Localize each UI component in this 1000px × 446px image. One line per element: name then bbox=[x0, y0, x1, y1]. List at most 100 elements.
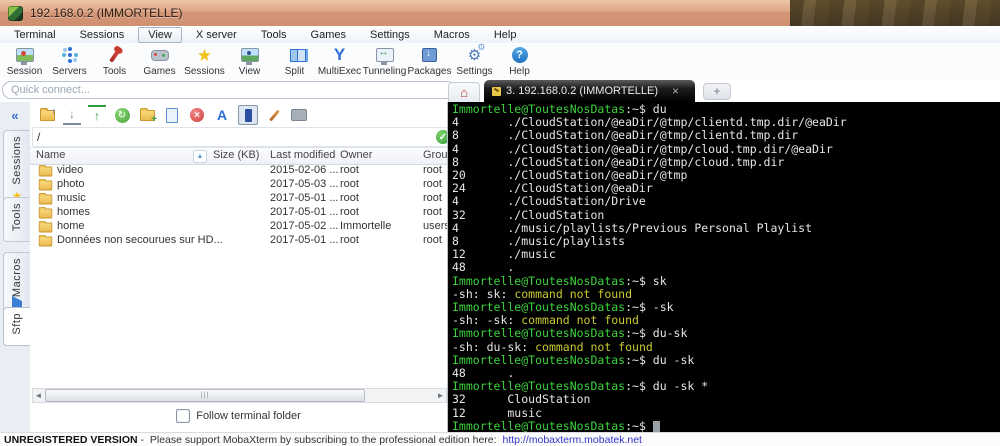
sort-ascending-icon[interactable]: ▲ bbox=[193, 150, 207, 163]
terminal-text: Immortelle@ToutesNosDatas bbox=[452, 379, 625, 393]
table-row[interactable]: homes2017-05-01 ...rootroot bbox=[30, 206, 447, 220]
menu-sessions[interactable]: Sessions bbox=[70, 27, 135, 43]
connect-and-tabs-row: ⌂ 3. 192.168.0.2 (IMMORTELLE) × + bbox=[0, 80, 1000, 102]
column-header-size[interactable]: Size (KB) bbox=[213, 149, 259, 161]
file-owner: root bbox=[340, 164, 359, 176]
home-tab[interactable]: ⌂ bbox=[448, 82, 480, 102]
menu-x-server[interactable]: X server bbox=[186, 27, 247, 43]
sidebar-tab-tools[interactable]: Tools bbox=[3, 197, 30, 242]
terminal-text: :~$ -sk bbox=[625, 300, 673, 314]
toolbar-label: Packages bbox=[408, 66, 452, 77]
terminal-output[interactable]: Immortelle@ToutesNosDatas:~$ du4 ./Cloud… bbox=[448, 102, 1000, 432]
rename-icon[interactable]: A bbox=[213, 106, 231, 124]
toolbar-session-button[interactable]: Session bbox=[2, 43, 47, 77]
help-icon: ? bbox=[510, 45, 530, 65]
file-name: music bbox=[57, 192, 86, 204]
toolbar-view-button[interactable]: View bbox=[227, 43, 272, 77]
terminal-text: :~$ du -sk * bbox=[625, 379, 708, 393]
new-file-icon[interactable] bbox=[163, 106, 181, 124]
parent-folder-icon[interactable]: ↑ bbox=[38, 106, 56, 124]
file-modified: 2015-02-06 ... bbox=[270, 164, 339, 176]
hidden-files-toggle-icon[interactable] bbox=[238, 105, 258, 125]
edit-icon[interactable] bbox=[265, 106, 283, 124]
column-header-modified[interactable]: Last modified bbox=[270, 149, 335, 161]
collapse-sidebar-button[interactable]: « bbox=[0, 108, 30, 123]
terminal-text: 48 . bbox=[452, 260, 514, 274]
delete-icon[interactable]: × bbox=[188, 106, 206, 124]
toolbar-multiexec-button[interactable]: YMultiExec bbox=[317, 43, 362, 77]
terminal-sync-icon[interactable] bbox=[290, 106, 308, 124]
follow-terminal-checkbox[interactable] bbox=[176, 409, 190, 423]
toolbar-games-button[interactable]: Games bbox=[137, 43, 182, 77]
toolbar-packages-button[interactable]: Packages bbox=[407, 43, 452, 77]
terminal-text: 8 ./CloudStation/@eaDir/@tmp/cloud.tmp.d… bbox=[452, 155, 784, 169]
menu-terminal[interactable]: Terminal bbox=[4, 27, 66, 43]
scrollbar-thumb[interactable]: ||| bbox=[45, 389, 365, 402]
terminal-text: 12 ./music bbox=[452, 247, 556, 261]
terminal-text: 32 ./CloudStation bbox=[452, 208, 604, 222]
table-row[interactable]: photo2017-05-03 ...rootroot bbox=[30, 178, 447, 192]
toolbar-tunneling-button[interactable]: Tunneling bbox=[362, 43, 407, 77]
file-owner: root bbox=[340, 192, 359, 204]
sidebar-tab-sessions[interactable]: Sessions★ bbox=[3, 130, 30, 208]
file-table-header: Name ▲ Size (KB) Last modified Owner Gro… bbox=[30, 147, 447, 165]
menu-tools[interactable]: Tools bbox=[251, 27, 297, 43]
upload-icon[interactable]: ↑ bbox=[88, 105, 106, 125]
menu-help[interactable]: Help bbox=[484, 27, 527, 43]
table-row[interactable]: Données non secourues sur HD...2017-05-0… bbox=[30, 234, 447, 248]
toolbar-tools-button[interactable]: Tools bbox=[92, 43, 137, 77]
folder-icon bbox=[39, 237, 53, 247]
new-tab-button[interactable]: + bbox=[703, 83, 731, 100]
toolbar-label: Tunneling bbox=[363, 66, 407, 77]
left-sidebar: « Sessions★ToolsMacrosSftp bbox=[0, 102, 31, 432]
terminal-text: Immortelle@ToutesNosDatas bbox=[452, 300, 625, 314]
column-header-owner[interactable]: Owner bbox=[340, 149, 372, 161]
menu-view[interactable]: View bbox=[138, 27, 182, 43]
tab-close-icon[interactable]: × bbox=[672, 85, 679, 97]
folder-icon bbox=[39, 223, 53, 233]
file-group: root bbox=[423, 206, 442, 218]
table-row[interactable]: home2017-05-02 ...Immortelleusers bbox=[30, 220, 447, 234]
quick-connect-input[interactable] bbox=[2, 81, 456, 99]
horizontal-scrollbar[interactable]: ◄ ||| ► bbox=[32, 388, 447, 403]
multiexec-icon: Y bbox=[330, 45, 350, 65]
menu-settings[interactable]: Settings bbox=[360, 27, 420, 43]
table-row[interactable]: video2015-02-06 ...rootroot bbox=[30, 164, 447, 178]
refresh-icon[interactable]: ↻ bbox=[113, 106, 131, 124]
toolbar-label: Settings bbox=[456, 66, 492, 77]
column-header-name[interactable]: Name bbox=[36, 149, 65, 161]
terminal-text: 20 ./CloudStation/@eaDir/@tmp bbox=[452, 168, 687, 182]
terminal-text: 4 ./CloudStation/Drive bbox=[452, 194, 646, 208]
new-folder-icon[interactable]: + bbox=[138, 106, 156, 124]
toolbar-label: Servers bbox=[52, 66, 86, 77]
terminal-text: command not found bbox=[514, 287, 632, 301]
table-row[interactable]: music2017-05-01 ...rootroot bbox=[30, 192, 447, 206]
sidebar-tab-sftp[interactable]: Sftp bbox=[3, 307, 30, 346]
active-terminal-tab[interactable]: 3. 192.168.0.2 (IMMORTELLE) × bbox=[484, 80, 695, 102]
mobatek-link[interactable]: http://mobaxterm.mobatek.net bbox=[502, 434, 641, 446]
toolbar-settings-button[interactable]: ⚙Settings bbox=[452, 43, 497, 77]
unregistered-version-label: UNREGISTERED VERSION bbox=[4, 434, 138, 446]
menu-games[interactable]: Games bbox=[301, 27, 356, 43]
toolbar-split-button[interactable]: Split bbox=[272, 43, 317, 77]
folder-icon bbox=[39, 181, 53, 191]
scroll-right-icon[interactable]: ► bbox=[435, 390, 446, 401]
sftp-path-bar[interactable]: / ✓ bbox=[32, 127, 455, 147]
file-group: users bbox=[423, 220, 450, 232]
toolbar-label: Games bbox=[143, 66, 175, 77]
download-icon[interactable]: ↓ bbox=[63, 105, 81, 125]
terminal-text: 48 . bbox=[452, 366, 514, 380]
window-titlebar[interactable]: 192.168.0.2 (IMMORTELLE) bbox=[0, 0, 790, 27]
status-message: - Please support MobaXterm by subscribin… bbox=[138, 434, 500, 446]
toolbar-sessions-button[interactable]: ★Sessions bbox=[182, 43, 227, 77]
scroll-left-icon[interactable]: ◄ bbox=[33, 390, 44, 401]
toolbar-help-button[interactable]: ?Help bbox=[497, 43, 542, 77]
menu-macros[interactable]: Macros bbox=[424, 27, 480, 43]
terminal-text: -sh: du-sk: bbox=[452, 340, 535, 354]
terminal-tab-bar: ⌂ 3. 192.168.0.2 (IMMORTELLE) × + bbox=[448, 80, 1000, 102]
status-bar: UNREGISTERED VERSION - Please support Mo… bbox=[0, 432, 1000, 446]
home-icon: ⌂ bbox=[460, 86, 468, 99]
sftp-current-path[interactable]: / bbox=[37, 130, 436, 144]
toolbar-servers-button[interactable]: Servers bbox=[47, 43, 92, 77]
terminal-text: 4 ./CloudStation/@eaDir/@tmp/clientd.tmp… bbox=[452, 115, 847, 129]
